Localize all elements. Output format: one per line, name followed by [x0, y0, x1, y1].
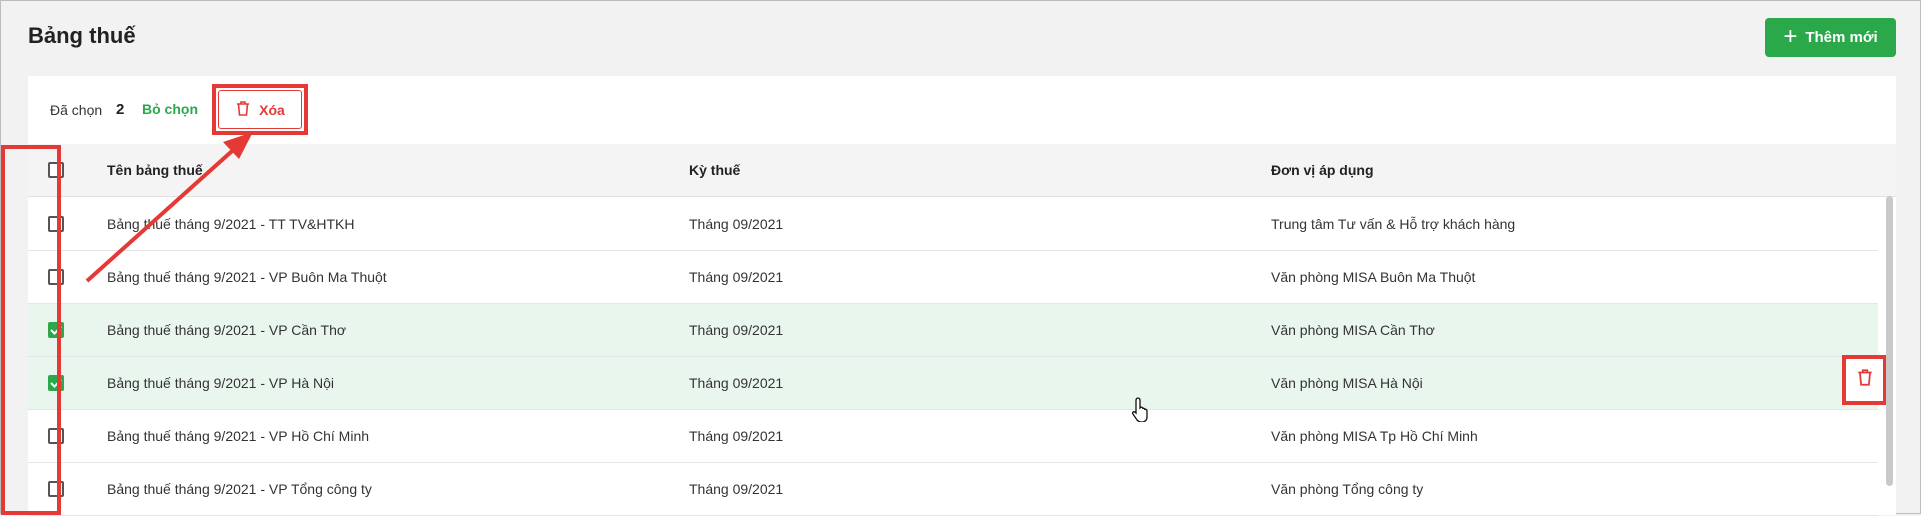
column-header-name[interactable]: Tên bảng thuế	[107, 144, 203, 196]
delete-label: Xóa	[259, 101, 285, 118]
cell-period: Tháng 09/2021	[689, 322, 784, 338]
trash-icon	[235, 100, 251, 120]
table-row[interactable]: Bảng thuế tháng 9/2021 - VP Cần Thơ Tháng…	[28, 304, 1878, 357]
row-checkbox[interactable]	[48, 481, 64, 497]
tax-table-panel: Đã chọn 2 Bỏ chọn Xóa Tên bảng thuế Kỳ t…	[28, 76, 1896, 516]
row-delete-button[interactable]	[1842, 355, 1887, 405]
row-checkbox[interactable]	[48, 375, 64, 391]
vertical-scrollbar[interactable]	[1886, 196, 1893, 486]
table-header: Tên bảng thuế Kỳ thuế Đơn vị áp dụng	[28, 144, 1896, 197]
cell-period: Tháng 09/2021	[689, 375, 784, 391]
cell-unit: Văn phòng Tổng công ty	[1271, 481, 1424, 497]
row-checkbox[interactable]	[48, 216, 64, 232]
delete-selected-button[interactable]: Xóa	[218, 90, 302, 129]
cell-name: Bảng thuế tháng 9/2021 - VP Tổng công ty	[107, 481, 372, 497]
row-check-cell	[44, 410, 68, 462]
table-row[interactable]: Bảng thuế tháng 9/2021 - VP Tổng công ty…	[28, 463, 1878, 516]
cell-period: Tháng 09/2021	[689, 216, 784, 232]
selected-label: Đã chọn	[50, 102, 103, 118]
cell-unit: Văn phòng MISA Cần Thơ	[1271, 322, 1435, 338]
trash-icon	[1856, 368, 1874, 392]
cell-name: Bảng thuế tháng 9/2021 - VP Cần Thơ	[107, 322, 347, 338]
cell-name: Bảng thuế tháng 9/2021 - VP Hồ Chí Minh	[107, 428, 370, 444]
header-check-cell	[44, 144, 68, 196]
row-checkbox[interactable]	[48, 269, 64, 285]
cell-unit: Văn phòng MISA Tp Hồ Chí Minh	[1271, 428, 1478, 444]
cell-period: Tháng 09/2021	[689, 481, 784, 497]
unselect-link[interactable]: Bỏ chọn	[142, 101, 198, 117]
row-check-cell	[44, 304, 68, 356]
row-checkbox[interactable]	[48, 428, 64, 444]
add-new-button[interactable]: + Thêm mới	[1765, 18, 1896, 57]
cell-period: Tháng 09/2021	[689, 269, 784, 285]
table-row[interactable]: Bảng thuế tháng 9/2021 - VP Hồ Chí Minh T…	[28, 410, 1878, 463]
row-check-cell	[44, 463, 68, 515]
column-header-unit[interactable]: Đơn vị áp dụng	[1271, 144, 1374, 196]
cell-period: Tháng 09/2021	[689, 428, 784, 444]
table-row[interactable]: Bảng thuế tháng 9/2021 - VP Buôn Ma Thuộ…	[28, 251, 1878, 304]
page-header: Bảng thuế + Thêm mới	[1, 1, 1920, 75]
add-new-label: Thêm mới	[1805, 29, 1878, 46]
hand-pointer-icon	[1131, 396, 1152, 427]
plus-icon: +	[1783, 22, 1798, 50]
select-all-checkbox[interactable]	[48, 162, 64, 178]
row-checkbox[interactable]	[48, 322, 64, 338]
selection-toolbar: Đã chọn 2 Bỏ chọn Xóa	[28, 76, 1896, 144]
row-check-cell	[44, 198, 68, 250]
row-check-cell	[44, 251, 68, 303]
table-row[interactable]: Bảng thuế tháng 9/2021 - TT TV&HTKH Tháng…	[28, 198, 1878, 251]
page-title: Bảng thuế	[28, 23, 136, 48]
cell-name: Bảng thuế tháng 9/2021 - TT TV&HTKH	[107, 216, 355, 232]
cell-name: Bảng thuế tháng 9/2021 - VP Buôn Ma Thuộ…	[107, 269, 387, 285]
selected-count: 2	[116, 101, 125, 118]
cell-unit: Văn phòng MISA Hà Nội	[1271, 375, 1423, 391]
table-row[interactable]: Bảng thuế tháng 9/2021 - VP Hà Nội Tháng …	[28, 357, 1878, 410]
cell-unit: Văn phòng MISA Buôn Ma Thuột	[1271, 269, 1476, 285]
row-check-cell	[44, 357, 68, 409]
column-header-period[interactable]: Kỳ thuế	[689, 144, 740, 196]
cell-unit: Trung tâm Tư vấn & Hỗ trợ khách hàng	[1271, 216, 1516, 232]
cell-name: Bảng thuế tháng 9/2021 - VP Hà Nội	[107, 375, 335, 391]
